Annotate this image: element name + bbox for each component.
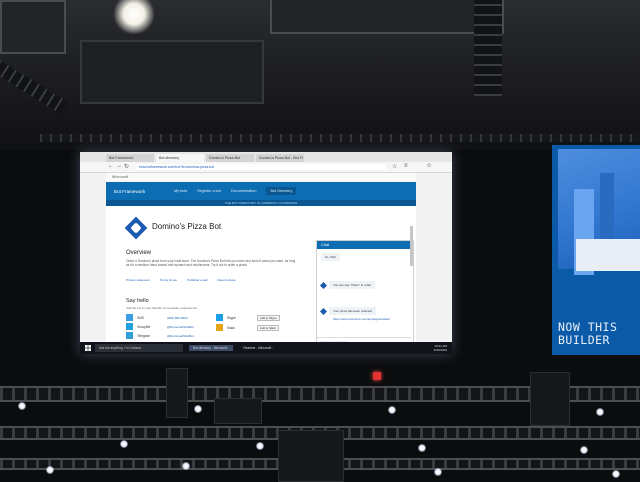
taskbar-edge-window[interactable]: Bot directory - Microsoft... [189,345,234,351]
publisher-email-link[interactable]: Publisher email [187,278,208,282]
groupme-icon [126,323,133,330]
add-to-slack-button[interactable]: Add to Slack [257,324,279,331]
channel-value[interactable]: (206) 866-3694 [167,316,188,320]
report-abuse-link[interactable]: Report abuse [218,278,236,282]
hub-icon[interactable]: ≡ [404,163,408,169]
refresh-icon[interactable]: ↻ [124,163,129,170]
red-indicator-light [373,372,381,380]
channel-telegram: Telegram @DominosPizzaBot [126,332,194,339]
channel-name: Telegram [137,333,151,338]
stage-light [418,444,426,452]
vertical-truss [474,0,502,96]
back-icon[interactable]: ← [108,163,114,169]
dominos-logo-icon [124,216,148,240]
channel-name: GroupMe [137,324,151,329]
browser-tab-active[interactable]: Bot directory [156,154,204,162]
bot-avatar-icon [319,307,328,316]
taskbar-clock: 10:21 AM 3/30/2016 [434,344,447,352]
stage-light [434,468,442,476]
add-to-skype-button[interactable]: Add to Skype [257,314,280,321]
telegram-icon [126,332,133,339]
favorite-star-icon[interactable]: ☆ [392,163,397,170]
browser-tab[interactable]: Domino's Pizza Bot - Bot Fr [256,154,304,162]
nav-documentation[interactable]: Documentation [231,189,257,193]
page-scrollbar[interactable] [410,226,413,266]
taskbar-vs-window[interactable]: Readme - Microsoft... [239,345,277,351]
chat-message: You can say "Order" to order [329,281,376,289]
hanging-speaker [278,430,344,482]
stage-light [194,405,202,413]
stage-light [256,442,264,450]
windows-taskbar: Ask me anything. I'm Cortana. Bot direct… [80,342,452,354]
nav-bot-directory[interactable]: Bot Directory [266,187,297,195]
bot-avatar-icon [319,281,328,290]
url-field[interactable]: bots.botframework.com/bot?id=dominos-piz… [136,164,386,170]
ceiling-panel [270,0,504,34]
skype-icon [216,314,223,321]
slack-icon [216,324,223,331]
privacy-link[interactable]: Privacy statement [126,278,150,282]
projection-screen: Bot Framework Bot directory Domino's Piz… [80,152,452,354]
terms-link[interactable]: Terms of use [160,278,177,282]
brand-title[interactable]: Bot Framework [106,189,174,194]
overview-heading: Overview [126,250,152,256]
bot-links: Privacy statement Terms of use Publisher… [126,278,246,282]
channel-skype: Skype Add to Skype [216,314,280,321]
overview-text: Order a Domino's pizza from your local s… [126,259,296,267]
nav-register-bot[interactable]: Register a bot [197,189,221,193]
stage-light [182,462,190,470]
browser-tab[interactable]: Bot Framework [106,154,154,162]
stage-light [580,446,588,454]
chat-panel: Chat Hi, chat! You can say "Order" to or… [316,240,414,346]
stage-light [120,440,128,448]
ceiling-panel [0,0,66,54]
hanging-speaker [530,372,570,426]
chat-header: Chat [317,241,413,249]
channel-groupme: GroupMe @DominosPizzaBot [126,323,194,330]
stage-light [612,470,620,478]
say-hello-heading: Say hello [126,298,149,304]
channel-name: Slack [227,325,235,330]
channel-slack: Slack Add to Slack [216,324,279,331]
address-bar: ← → ↻ bots.botframework.com/bot?id=domin… [80,162,452,173]
stage-light [596,408,604,416]
side-display-text: NOW THIS BUILDER [558,320,618,347]
ceiling [0,0,640,150]
sms-icon [126,314,133,321]
share-icon[interactable]: ☺ [426,163,432,169]
stage-light [388,406,396,414]
channel-name: Skype [227,315,236,320]
upper-truss [40,134,640,142]
forward-icon[interactable]: → [116,163,122,169]
channel-value[interactable]: @DominosPizzaBot [167,334,194,338]
microsoft-bar: Microsoft [106,173,416,181]
chat-message: Hi, chat! [321,253,341,261]
stage-light [18,402,26,410]
browser-tab-strip: Bot Framework Bot directory Domino's Piz… [80,152,452,162]
stage-light [46,466,54,474]
channel-sms: SMS (206) 866-3694 [126,314,188,321]
bot-title: Domino's Pizza Bot [152,222,222,231]
hanging-speaker [214,398,262,424]
say-hello-text: Add the bot to your favorite conversatio… [126,306,198,310]
chat-message: Your pizza has been ordered! [329,307,377,315]
channel-name: SMS [137,315,144,320]
windows-logo-icon[interactable] [85,345,91,351]
nav-my-bots[interactable]: My bots [174,189,187,193]
ceiling-panel [80,40,264,104]
cortana-search-box[interactable]: Ask me anything. I'm Cortana. [95,344,183,352]
side-display-panel [576,239,640,271]
hanging-speaker [166,368,188,418]
bot-framework-header: Bot Framework My bots Register a bot Doc… [106,182,416,200]
clock-date: 3/30/2016 [433,348,447,352]
channel-value[interactable]: @DominosPizzaBot [167,325,194,329]
browser-tab[interactable]: Domino's Pizza Bot [206,154,254,162]
side-display: NOW THIS BUILDER [552,145,640,355]
chat-link[interactable]: https://www.dominos.com/en/pages/tracker [329,315,394,323]
